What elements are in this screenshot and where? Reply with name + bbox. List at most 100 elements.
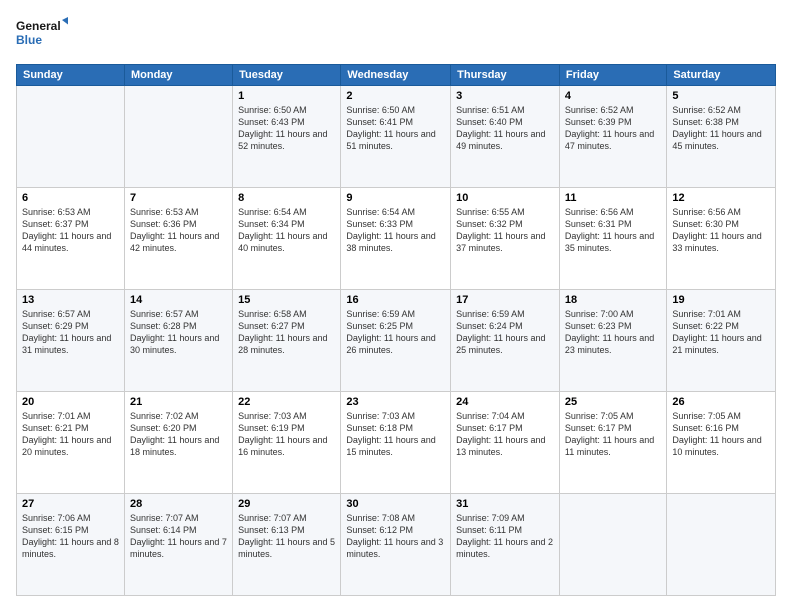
- svg-text:Blue: Blue: [16, 33, 42, 47]
- day-cell: 24 Sunrise: 7:04 AM Sunset: 6:17 PM Dayli…: [451, 392, 560, 494]
- day-info: Sunrise: 6:53 AM Sunset: 6:37 PM Dayligh…: [22, 206, 119, 255]
- day-cell: 29 Sunrise: 7:07 AM Sunset: 6:13 PM Dayli…: [233, 494, 341, 596]
- header-day-saturday: Saturday: [667, 65, 776, 86]
- day-cell: 23 Sunrise: 7:03 AM Sunset: 6:18 PM Dayli…: [341, 392, 451, 494]
- week-row-4: 20 Sunrise: 7:01 AM Sunset: 6:21 PM Dayli…: [17, 392, 776, 494]
- week-row-1: 1Sunrise: 6:50 AM Sunset: 6:43 PM Daylig…: [17, 86, 776, 188]
- day-info: Sunrise: 6:54 AM Sunset: 6:33 PM Dayligh…: [346, 206, 445, 255]
- header-day-friday: Friday: [559, 65, 666, 86]
- day-number: 2: [346, 90, 445, 102]
- day-info: Sunrise: 6:56 AM Sunset: 6:30 PM Dayligh…: [672, 206, 770, 255]
- day-cell: 28 Sunrise: 7:07 AM Sunset: 6:14 PM Dayli…: [124, 494, 232, 596]
- day-cell: 4 Sunrise: 6:52 AM Sunset: 6:39 PM Daylig…: [559, 86, 666, 188]
- day-number: 31: [456, 498, 554, 510]
- day-cell: 5 Sunrise: 6:52 AM Sunset: 6:38 PM Daylig…: [667, 86, 776, 188]
- day-number: 30: [346, 498, 445, 510]
- day-cell: 11Sunrise: 6:56 AM Sunset: 6:31 PM Dayli…: [559, 188, 666, 290]
- day-info: Sunrise: 6:59 AM Sunset: 6:24 PM Dayligh…: [456, 308, 554, 357]
- day-number: 17: [456, 294, 554, 306]
- day-number: 4: [565, 90, 661, 102]
- day-info: Sunrise: 6:53 AM Sunset: 6:36 PM Dayligh…: [130, 206, 227, 255]
- day-info: Sunrise: 6:58 AM Sunset: 6:27 PM Dayligh…: [238, 308, 335, 357]
- calendar: SundayMondayTuesdayWednesdayThursdayFrid…: [16, 64, 776, 596]
- logo-svg: General Blue: [16, 16, 68, 56]
- day-cell: 14 Sunrise: 6:57 AM Sunset: 6:28 PM Dayli…: [124, 290, 232, 392]
- header-day-monday: Monday: [124, 65, 232, 86]
- day-number: 6: [22, 192, 119, 204]
- day-info: Sunrise: 7:02 AM Sunset: 6:20 PM Dayligh…: [130, 410, 227, 459]
- week-row-5: 27 Sunrise: 7:06 AM Sunset: 6:15 PM Dayli…: [17, 494, 776, 596]
- day-info: Sunrise: 7:07 AM Sunset: 6:14 PM Dayligh…: [130, 512, 227, 561]
- day-number: 18: [565, 294, 661, 306]
- day-cell: 16Sunrise: 6:59 AM Sunset: 6:25 PM Dayli…: [341, 290, 451, 392]
- day-cell: 17 Sunrise: 6:59 AM Sunset: 6:24 PM Dayli…: [451, 290, 560, 392]
- day-number: 14: [130, 294, 227, 306]
- day-info: Sunrise: 7:05 AM Sunset: 6:17 PM Dayligh…: [565, 410, 661, 459]
- svg-text:General: General: [16, 19, 61, 33]
- day-info: Sunrise: 7:04 AM Sunset: 6:17 PM Dayligh…: [456, 410, 554, 459]
- calendar-header-row: SundayMondayTuesdayWednesdayThursdayFrid…: [17, 65, 776, 86]
- day-cell: 15 Sunrise: 6:58 AM Sunset: 6:27 PM Dayli…: [233, 290, 341, 392]
- day-info: Sunrise: 7:09 AM Sunset: 6:11 PM Dayligh…: [456, 512, 554, 561]
- header-day-tuesday: Tuesday: [233, 65, 341, 86]
- day-cell: 2Sunrise: 6:50 AM Sunset: 6:41 PM Daylig…: [341, 86, 451, 188]
- day-number: 28: [130, 498, 227, 510]
- day-cell: 10 Sunrise: 6:55 AM Sunset: 6:32 PM Dayli…: [451, 188, 560, 290]
- day-cell: 7 Sunrise: 6:53 AM Sunset: 6:36 PM Daylig…: [124, 188, 232, 290]
- day-number: 25: [565, 396, 661, 408]
- day-info: Sunrise: 6:56 AM Sunset: 6:31 PM Dayligh…: [565, 206, 661, 255]
- day-info: Sunrise: 6:52 AM Sunset: 6:39 PM Dayligh…: [565, 104, 661, 153]
- day-cell: 6 Sunrise: 6:53 AM Sunset: 6:37 PM Daylig…: [17, 188, 125, 290]
- day-cell: 8Sunrise: 6:54 AM Sunset: 6:34 PM Daylig…: [233, 188, 341, 290]
- day-cell: 12Sunrise: 6:56 AM Sunset: 6:30 PM Dayli…: [667, 188, 776, 290]
- day-cell: [559, 494, 666, 596]
- day-cell: [17, 86, 125, 188]
- day-info: Sunrise: 6:54 AM Sunset: 6:34 PM Dayligh…: [238, 206, 335, 255]
- day-cell: 18 Sunrise: 7:00 AM Sunset: 6:23 PM Dayli…: [559, 290, 666, 392]
- header-day-sunday: Sunday: [17, 65, 125, 86]
- day-info: Sunrise: 6:55 AM Sunset: 6:32 PM Dayligh…: [456, 206, 554, 255]
- day-number: 22: [238, 396, 335, 408]
- day-info: Sunrise: 6:57 AM Sunset: 6:29 PM Dayligh…: [22, 308, 119, 357]
- day-number: 20: [22, 396, 119, 408]
- day-cell: 19Sunrise: 7:01 AM Sunset: 6:22 PM Dayli…: [667, 290, 776, 392]
- day-cell: 3 Sunrise: 6:51 AM Sunset: 6:40 PM Daylig…: [451, 86, 560, 188]
- day-cell: 21 Sunrise: 7:02 AM Sunset: 6:20 PM Dayli…: [124, 392, 232, 494]
- day-cell: 9Sunrise: 6:54 AM Sunset: 6:33 PM Daylig…: [341, 188, 451, 290]
- day-info: Sunrise: 7:08 AM Sunset: 6:12 PM Dayligh…: [346, 512, 445, 561]
- day-info: Sunrise: 7:06 AM Sunset: 6:15 PM Dayligh…: [22, 512, 119, 561]
- header-day-wednesday: Wednesday: [341, 65, 451, 86]
- week-row-2: 6 Sunrise: 6:53 AM Sunset: 6:37 PM Daylig…: [17, 188, 776, 290]
- day-number: 21: [130, 396, 227, 408]
- day-cell: 27 Sunrise: 7:06 AM Sunset: 6:15 PM Dayli…: [17, 494, 125, 596]
- day-number: 7: [130, 192, 227, 204]
- day-info: Sunrise: 7:03 AM Sunset: 6:18 PM Dayligh…: [346, 410, 445, 459]
- day-info: Sunrise: 7:05 AM Sunset: 6:16 PM Dayligh…: [672, 410, 770, 459]
- day-number: 19: [672, 294, 770, 306]
- day-number: 5: [672, 90, 770, 102]
- day-number: 23: [346, 396, 445, 408]
- day-number: 27: [22, 498, 119, 510]
- day-cell: 20 Sunrise: 7:01 AM Sunset: 6:21 PM Dayli…: [17, 392, 125, 494]
- day-cell: [124, 86, 232, 188]
- day-info: Sunrise: 7:00 AM Sunset: 6:23 PM Dayligh…: [565, 308, 661, 357]
- day-cell: 25 Sunrise: 7:05 AM Sunset: 6:17 PM Dayli…: [559, 392, 666, 494]
- day-number: 15: [238, 294, 335, 306]
- day-cell: 22 Sunrise: 7:03 AM Sunset: 6:19 PM Dayli…: [233, 392, 341, 494]
- day-number: 24: [456, 396, 554, 408]
- day-number: 3: [456, 90, 554, 102]
- day-number: 29: [238, 498, 335, 510]
- day-info: Sunrise: 7:01 AM Sunset: 6:21 PM Dayligh…: [22, 410, 119, 459]
- day-info: Sunrise: 6:57 AM Sunset: 6:28 PM Dayligh…: [130, 308, 227, 357]
- day-cell: 1Sunrise: 6:50 AM Sunset: 6:43 PM Daylig…: [233, 86, 341, 188]
- day-info: Sunrise: 7:03 AM Sunset: 6:19 PM Dayligh…: [238, 410, 335, 459]
- day-number: 16: [346, 294, 445, 306]
- day-number: 10: [456, 192, 554, 204]
- day-info: Sunrise: 6:52 AM Sunset: 6:38 PM Dayligh…: [672, 104, 770, 153]
- day-cell: [667, 494, 776, 596]
- day-info: Sunrise: 6:51 AM Sunset: 6:40 PM Dayligh…: [456, 104, 554, 153]
- page: General Blue SundayMondayTuesdayWednesda…: [0, 0, 792, 612]
- day-number: 13: [22, 294, 119, 306]
- day-info: Sunrise: 7:07 AM Sunset: 6:13 PM Dayligh…: [238, 512, 335, 561]
- day-info: Sunrise: 6:50 AM Sunset: 6:43 PM Dayligh…: [238, 104, 335, 153]
